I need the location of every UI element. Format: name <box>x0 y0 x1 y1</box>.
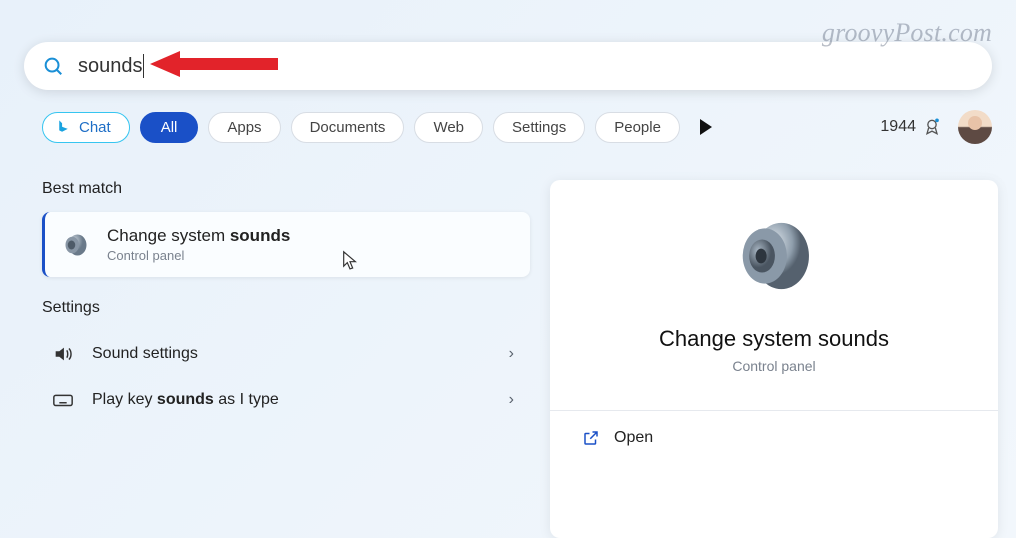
detail-pane: Change system sounds Control panel Open <box>550 180 998 538</box>
more-filters-arrow-icon[interactable] <box>700 119 712 135</box>
people-pill[interactable]: People <box>595 112 680 143</box>
chevron-right-icon: › <box>509 391 514 409</box>
chat-pill[interactable]: Chat <box>42 112 130 143</box>
bing-icon <box>55 119 72 136</box>
text-caret <box>143 54 145 78</box>
filter-row: Chat All Apps Documents Web Settings Peo… <box>42 110 992 144</box>
rewards-points[interactable]: 1944 <box>880 117 942 137</box>
chat-label: Chat <box>79 119 111 136</box>
chevron-right-icon: › <box>509 345 514 363</box>
web-pill[interactable]: Web <box>414 112 483 143</box>
speaker-icon <box>61 230 91 260</box>
volume-icon <box>52 343 74 365</box>
open-external-icon <box>582 429 600 447</box>
detail-subtitle: Control panel <box>578 358 970 374</box>
mouse-cursor-icon <box>341 250 359 272</box>
settings-section-label: Settings <box>42 299 530 317</box>
open-action[interactable]: Open <box>578 411 970 465</box>
watermark-text: groovyPost.com <box>822 18 992 48</box>
best-match-label: Best match <box>42 180 530 198</box>
all-pill[interactable]: All <box>140 112 199 143</box>
best-match-text: Change system sounds Control panel <box>107 226 290 263</box>
search-input-value[interactable]: sounds <box>78 55 143 78</box>
arrow-annotation <box>150 48 280 80</box>
documents-pill[interactable]: Documents <box>291 112 405 143</box>
keyboard-icon <box>52 389 74 411</box>
header-right-cluster: 1944 <box>880 110 992 144</box>
search-icon <box>42 55 64 77</box>
best-match-card[interactable]: Change system sounds Control panel <box>42 212 530 277</box>
speaker-large-icon <box>728 210 820 302</box>
results-pane: Best match Change system sounds Control … <box>42 180 530 423</box>
settings-pill[interactable]: Settings <box>493 112 585 143</box>
user-avatar[interactable] <box>958 110 992 144</box>
result-row-sound-settings[interactable]: Sound settings › <box>42 331 530 377</box>
rewards-badge-icon <box>922 117 942 137</box>
detail-title: Change system sounds <box>578 326 970 352</box>
apps-pill[interactable]: Apps <box>208 112 280 143</box>
open-label: Open <box>614 429 653 447</box>
result-row-play-key-sounds[interactable]: Play key sounds as I type › <box>42 377 530 423</box>
